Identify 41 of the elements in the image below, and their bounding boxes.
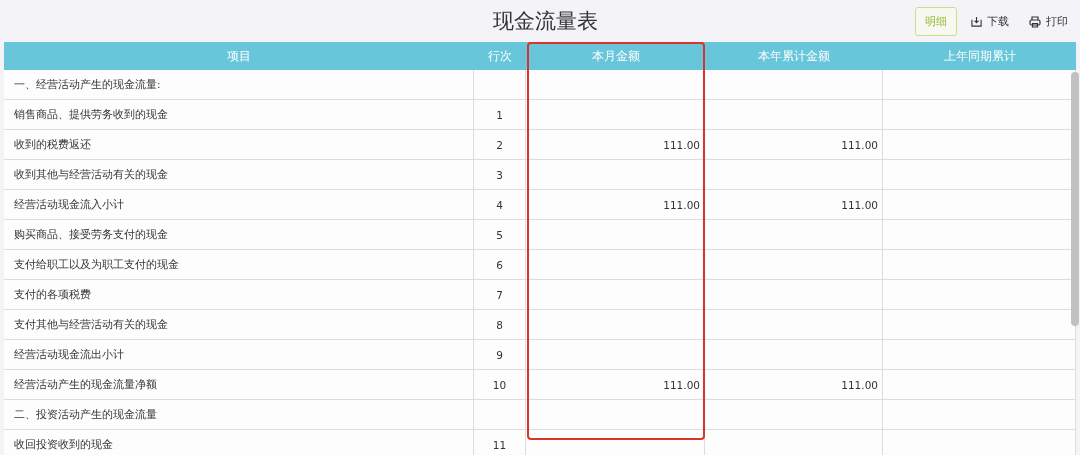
table-cell: 支付给职工以及为职工支付的现金	[4, 250, 474, 280]
column-header: 本月金额	[526, 42, 705, 70]
scrollbar-thumb[interactable]	[1071, 72, 1079, 326]
table-cell: 经营活动现金流入小计	[4, 190, 474, 220]
table-cell: 收到其他与经营活动有关的现金	[4, 160, 474, 190]
table-cell: 收到的税费返还	[4, 130, 474, 160]
page-title: 现金流量表	[492, 8, 598, 35]
table-cell: 二、投资活动产生的现金流量	[4, 400, 474, 430]
table-cell: 111.00	[705, 190, 883, 220]
table-cell: 111.00	[526, 190, 705, 220]
table-cell: 9	[474, 340, 526, 370]
table-cell: 8	[474, 310, 526, 340]
table-cell: 2	[474, 130, 526, 160]
download-button[interactable]: 下载	[965, 8, 1015, 35]
table-cell: 购买商品、接受劳务支付的现金	[4, 220, 474, 250]
table-cell: 一、经营活动产生的现金流量:	[4, 70, 474, 100]
table-cell: 支付的各项税费	[4, 280, 474, 310]
column-header: 上年同期累计	[883, 42, 1076, 70]
table-cell: 111.00	[705, 130, 883, 160]
column-header: 项目	[4, 42, 474, 70]
table-cell: 经营活动产生的现金流量净额	[4, 370, 474, 400]
table-cell: 5	[474, 220, 526, 250]
table-cell: 11	[474, 430, 526, 455]
table-cell: 3	[474, 160, 526, 190]
table-cell: 111.00	[526, 130, 705, 160]
table-cell: 经营活动现金流出小计	[4, 340, 474, 370]
printer-icon	[1029, 15, 1041, 28]
table-cell: 收回投资收到的现金	[4, 430, 474, 455]
column-header: 本年累计金额	[705, 42, 883, 70]
table-cell: 10	[474, 370, 526, 400]
table-cell: 111.00	[526, 370, 705, 400]
table-cell: 7	[474, 280, 526, 310]
table-cell: 111.00	[705, 370, 883, 400]
table-cell: 1	[474, 100, 526, 130]
download-icon	[971, 16, 982, 27]
table-cell: 4	[474, 190, 526, 220]
column-header: 行次	[474, 42, 526, 70]
table-cell: 6	[474, 250, 526, 280]
print-button[interactable]: 打印	[1023, 8, 1074, 35]
table-cell: 销售商品、提供劳务收到的现金	[4, 100, 474, 130]
table-cell: 支付其他与经营活动有关的现金	[4, 310, 474, 340]
